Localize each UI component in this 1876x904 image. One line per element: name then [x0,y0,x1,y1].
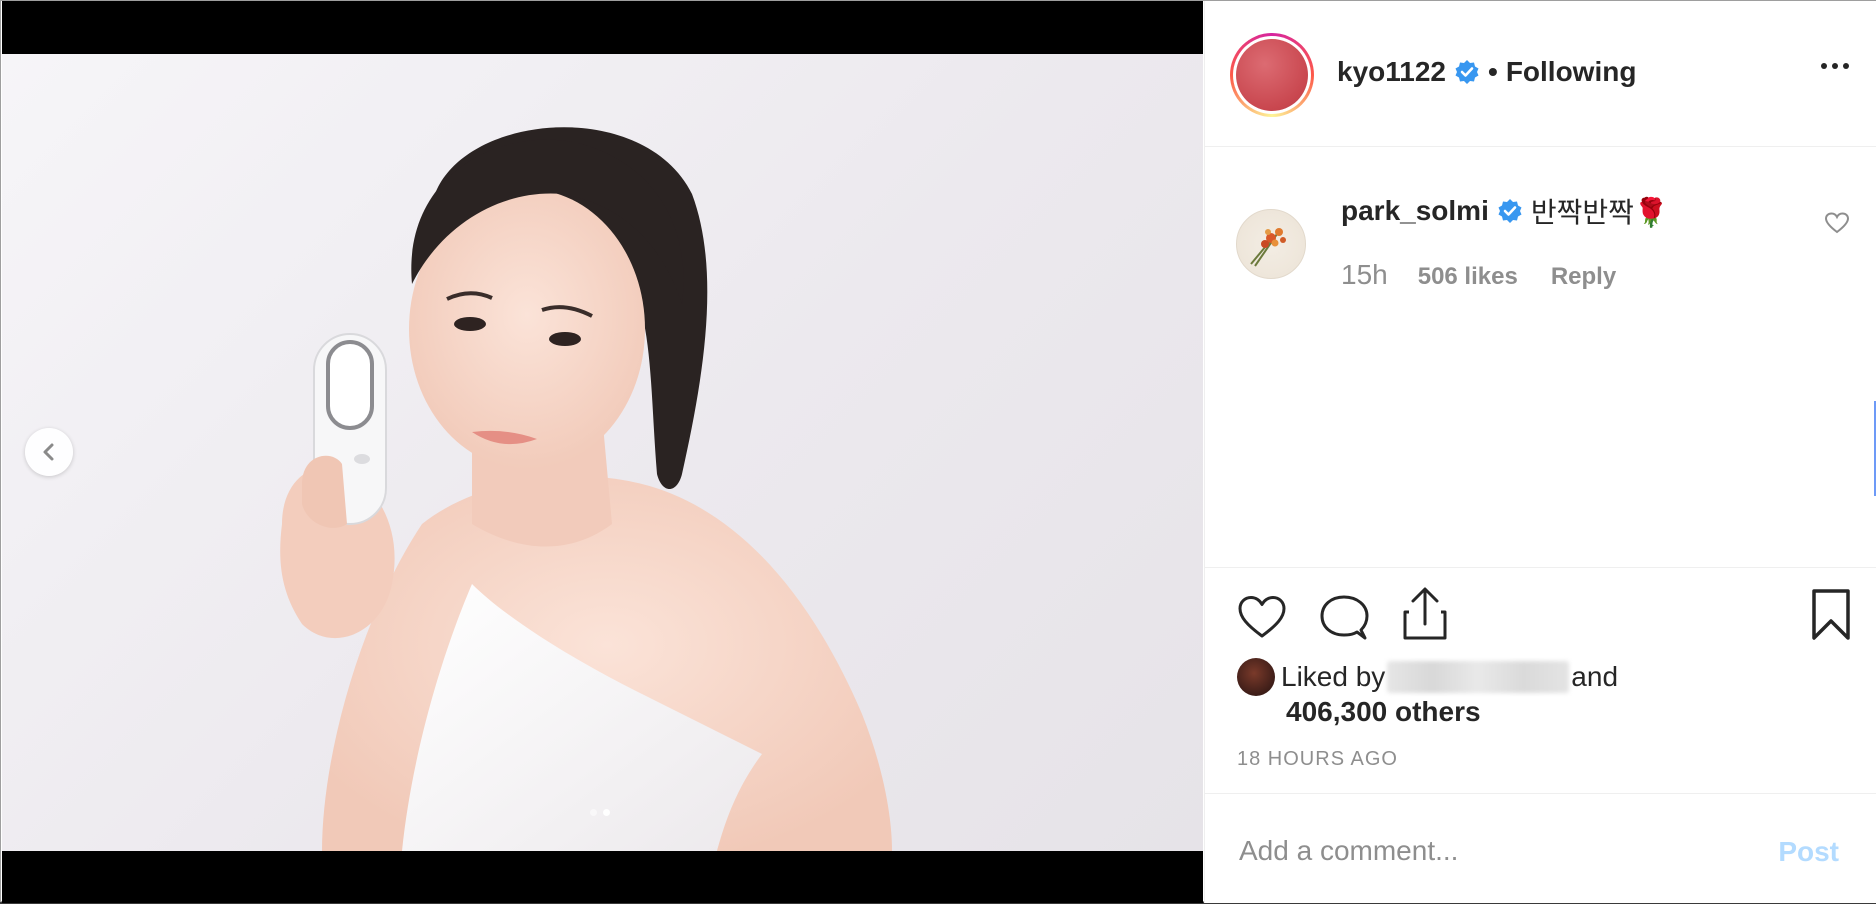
post-comment-button[interactable]: Post [1778,836,1839,868]
others-count[interactable]: 406,300 others [1286,696,1481,728]
post-media [2,1,1203,903]
author-line: kyo1122 • Following [1337,56,1636,88]
photo-illustration [280,127,892,851]
author-avatar[interactable] [1230,33,1314,117]
post-photo [2,54,1203,851]
liked-by-line: Liked by and [1237,658,1618,696]
comment-text-line: park_solmi 반짝반짝🌹 [1341,191,1669,231]
action-bar [1237,587,1857,647]
add-comment-input[interactable] [1237,834,1761,868]
post-actions-area: Liked by and 406,300 others 18 HOURS AGO [1205,567,1876,793]
more-options-icon[interactable] [1821,63,1849,69]
carousel-indicator [590,809,610,816]
add-comment-section: Post [1205,793,1876,904]
author-username[interactable]: kyo1122 [1337,56,1446,88]
comment-time[interactable]: 15h [1341,259,1388,291]
liker-username-blurred[interactable] [1387,661,1570,693]
share-icon[interactable] [1401,586,1449,647]
carousel-dot-active [603,809,610,816]
separator-dot: • [1488,56,1498,87]
heart-icon[interactable] [1237,594,1287,645]
post-modal: kyo1122 • Following park_solmi 반짝반짝🌹 15h… [0,0,1876,903]
verified-badge-icon [1497,198,1523,224]
comment-meta: 15h 506 likes Reply [1341,259,1616,291]
post-side-panel: kyo1122 • Following park_solmi 반짝반짝🌹 15h… [1204,1,1876,903]
liker-avatar[interactable] [1237,658,1275,696]
reply-button[interactable]: Reply [1551,263,1616,291]
comment-icon[interactable] [1319,594,1369,647]
comment-text: 반짝반짝🌹 [1530,197,1669,228]
verified-badge-icon [1454,59,1480,85]
chevron-left-icon [43,443,54,461]
commenter-username[interactable]: park_solmi [1341,195,1489,227]
carousel-dot [590,809,597,816]
post-timestamp[interactable]: 18 HOURS AGO [1237,748,1398,771]
comment-like-heart-icon[interactable] [1824,211,1850,240]
previous-slide-button[interactable] [25,428,73,476]
comment-likes[interactable]: 506 likes [1418,263,1518,291]
commenter-avatar[interactable] [1236,209,1306,279]
liked-by-conjunction: and [1571,661,1619,692]
liked-by-prefix: Liked by [1281,661,1386,692]
bookmark-icon[interactable] [1810,588,1852,647]
following-button[interactable]: Following [1506,56,1637,88]
post-header: kyo1122 • Following [1205,1,1876,147]
